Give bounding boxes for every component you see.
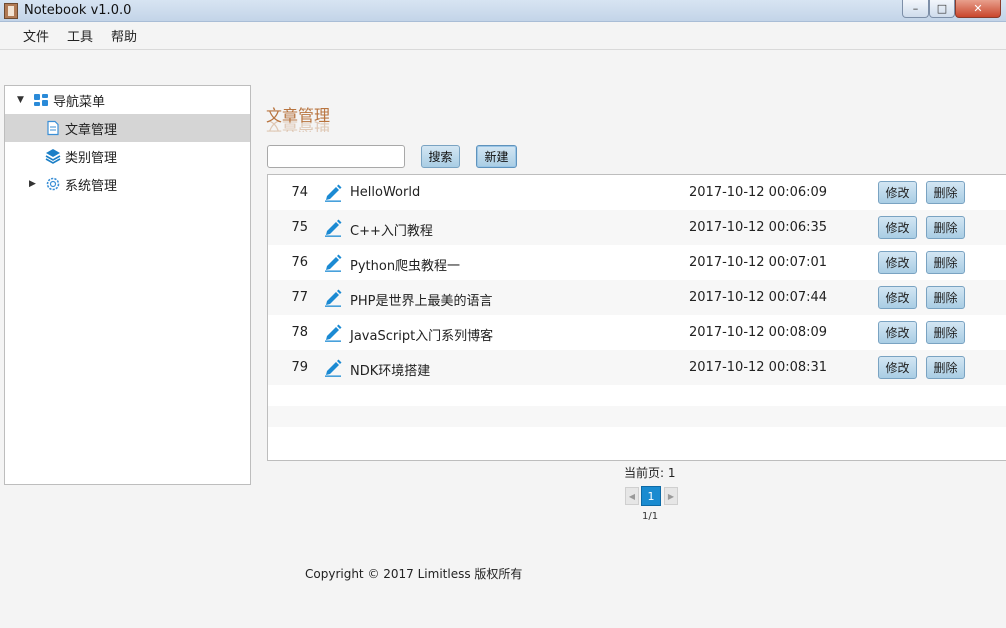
expand-arrow-icon[interactable]: ▼ xyxy=(17,95,24,105)
delete-button[interactable]: 删除 xyxy=(926,321,965,344)
menu-tools[interactable]: 工具 xyxy=(58,26,102,45)
tree-item-label: 类别管理 xyxy=(65,150,118,166)
title-bar: Notebook v1.0.0 – □ ✕ xyxy=(0,0,1006,22)
article-row: 76 Python爬虫教程一 2017-10-12 00:07:01 修改 删除 xyxy=(268,245,1006,280)
search-input[interactable] xyxy=(267,145,405,168)
menu-help[interactable]: 帮助 xyxy=(102,26,146,45)
edit-button[interactable]: 修改 xyxy=(878,356,917,379)
article-row: 74 HelloWorld 2017-10-12 00:06:09 修改 删除 xyxy=(268,175,1006,210)
article-row: 79 NDK环境搭建 2017-10-12 00:08:31 修改 删除 xyxy=(268,350,1006,385)
prev-page-button[interactable]: ◀ xyxy=(625,487,639,505)
page-number-button[interactable]: 1 xyxy=(641,486,661,506)
article-row: 78 JavaScript入门系列博客 2017-10-12 00:08:09 … xyxy=(268,315,1006,350)
article-id: 74 xyxy=(291,185,308,200)
edit-button[interactable]: 修改 xyxy=(878,286,917,309)
edit-button[interactable]: 修改 xyxy=(878,216,917,239)
article-row: 77 PHP是世界上最美的语言 2017-10-12 00:07:44 修改 删… xyxy=(268,280,1006,315)
article-id: 76 xyxy=(291,255,308,270)
delete-button[interactable]: 删除 xyxy=(926,356,965,379)
close-button[interactable]: ✕ xyxy=(955,0,1001,18)
article-id: 78 xyxy=(291,325,308,340)
pencil-icon xyxy=(325,184,342,202)
article-date: 2017-10-12 00:07:01 xyxy=(689,255,828,270)
grid-icon xyxy=(34,94,48,106)
article-list: 74 HelloWorld 2017-10-12 00:06:09 修改 删除 … xyxy=(267,174,1006,461)
delete-button[interactable]: 删除 xyxy=(926,216,965,239)
article-date: 2017-10-12 00:08:09 xyxy=(689,325,828,340)
search-button[interactable]: 搜索 xyxy=(421,145,460,168)
delete-button[interactable]: 删除 xyxy=(926,251,965,274)
tree-item-system[interactable]: ▶ 系统管理 xyxy=(5,170,250,198)
article-date: 2017-10-12 00:06:35 xyxy=(689,220,828,235)
article-title: NDK环境搭建 xyxy=(350,364,431,379)
pencil-icon xyxy=(325,254,342,272)
tree-item-nav-menu[interactable]: ▼ 导航菜单 xyxy=(5,86,250,114)
copyright-text: Copyright © 2017 Limitless 版权所有 xyxy=(305,567,523,581)
tree-item-label: 系统管理 xyxy=(65,178,118,194)
maximize-button[interactable]: □ xyxy=(929,0,955,18)
article-row: 75 C++入门教程 2017-10-12 00:06:35 修改 删除 xyxy=(268,210,1006,245)
article-id: 79 xyxy=(291,360,308,375)
next-page-button[interactable]: ▶ xyxy=(664,487,678,505)
article-title: C++入门教程 xyxy=(350,224,433,239)
collapse-arrow-icon[interactable]: ▶ xyxy=(29,179,36,189)
pencil-icon xyxy=(325,359,342,377)
edit-button[interactable]: 修改 xyxy=(878,251,917,274)
pencil-icon xyxy=(325,324,342,342)
pencil-icon xyxy=(325,219,342,237)
empty-row xyxy=(268,406,1006,427)
minimize-button[interactable]: – xyxy=(902,0,929,18)
article-title: PHP是世界上最美的语言 xyxy=(350,294,493,309)
article-title: JavaScript入门系列博客 xyxy=(350,329,494,344)
article-title: HelloWorld xyxy=(350,185,421,200)
empty-row xyxy=(268,385,1006,406)
pencil-icon xyxy=(325,289,342,307)
article-id: 75 xyxy=(291,220,308,235)
article-date: 2017-10-12 00:08:31 xyxy=(689,360,828,375)
article-date: 2017-10-12 00:07:44 xyxy=(689,290,828,305)
article-id: 77 xyxy=(291,290,308,305)
tree-item-label: 导航菜单 xyxy=(53,94,106,110)
delete-button[interactable]: 删除 xyxy=(926,181,965,204)
delete-button[interactable]: 删除 xyxy=(926,286,965,309)
article-title: Python爬虫教程一 xyxy=(350,259,461,274)
edit-button[interactable]: 修改 xyxy=(878,181,917,204)
page-title-reflection: 文章管理 xyxy=(266,121,331,132)
tree-item-articles[interactable]: 文章管理 xyxy=(5,114,250,142)
navigation-tree: ▼ 导航菜单 文章管理 类别管理 ▶ 系统管理 xyxy=(4,85,251,485)
current-page-label: 当前页: 1 xyxy=(624,466,676,480)
menu-file[interactable]: 文件 xyxy=(14,26,58,45)
menu-bar: 文件 工具 帮助 xyxy=(0,22,1006,50)
tree-item-categories[interactable]: 类别管理 xyxy=(5,142,250,170)
document-icon xyxy=(47,120,59,136)
layers-icon xyxy=(45,149,61,164)
gear-icon xyxy=(46,177,60,191)
page-count: 1/1 xyxy=(642,511,659,522)
article-date: 2017-10-12 00:06:09 xyxy=(689,185,828,200)
window-title: Notebook v1.0.0 xyxy=(24,3,132,18)
new-article-button[interactable]: 新建 xyxy=(476,145,517,168)
tree-item-label: 文章管理 xyxy=(65,122,118,138)
notebook-app-icon xyxy=(4,3,18,19)
edit-button[interactable]: 修改 xyxy=(878,321,917,344)
